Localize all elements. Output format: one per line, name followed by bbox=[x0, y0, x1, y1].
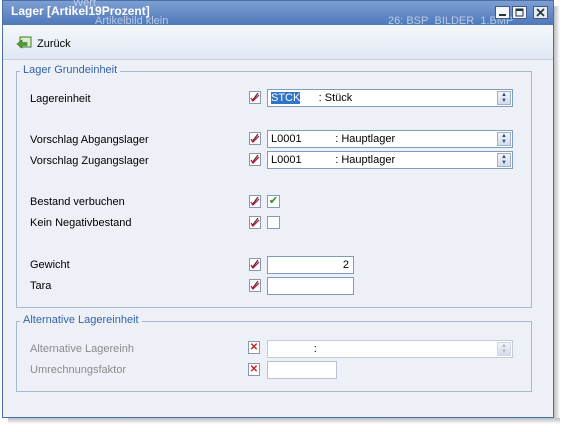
red-x-icon: ✕ bbox=[248, 341, 260, 354]
tara-label: Tara bbox=[30, 280, 52, 292]
window-title: Lager [Artikel19Prozent] bbox=[11, 4, 150, 18]
pencil-check-icon[interactable] bbox=[249, 153, 261, 166]
lager-dialog-window: Wert Artikelbild klein 26: BSP_BILDER_1.… bbox=[2, 0, 554, 418]
bestand-verbuchen-checkbox[interactable]: ✔ bbox=[267, 195, 280, 208]
alt-lagereinheit-value: : bbox=[271, 343, 317, 355]
pencil-check-icon[interactable] bbox=[249, 91, 261, 104]
spinner-icon: ▲ ▼ bbox=[497, 342, 511, 356]
gewicht-input[interactable]: 2 bbox=[267, 256, 354, 274]
bestand-verbuchen-label: Bestand verbuchen bbox=[30, 196, 125, 208]
kein-negativbestand-label: Kein Negativbestand bbox=[30, 217, 132, 229]
spinner-icon[interactable]: ▲ ▼ bbox=[497, 91, 511, 105]
maximize-icon bbox=[515, 8, 524, 17]
gewicht-value: 2 bbox=[342, 259, 349, 271]
abgangslager-select[interactable]: L0001 : Hauptlager ▲ ▼ bbox=[267, 130, 513, 148]
umrechnungsfaktor-label: Umrechnungsfaktor bbox=[30, 364, 126, 376]
pencil-check-icon[interactable] bbox=[249, 132, 261, 145]
umrechnungsfaktor-input bbox=[267, 361, 337, 379]
lagereinheit-value: STCK : Stück bbox=[271, 92, 352, 104]
back-arrow-icon[interactable] bbox=[16, 36, 32, 50]
lagereinheit-label: Lagereinheit bbox=[30, 93, 91, 105]
red-x-icon: ✕ bbox=[248, 363, 260, 376]
kein-negativbestand-checkbox[interactable] bbox=[267, 216, 280, 229]
tara-input[interactable] bbox=[267, 277, 354, 295]
lagereinheit-select[interactable]: STCK : Stück ▲ ▼ bbox=[267, 89, 513, 107]
alt-lagereinheit-label: Alternative Lagereinh bbox=[30, 343, 134, 355]
lagereinheit-value-rest: : Stück bbox=[300, 92, 353, 104]
spinner-icon[interactable]: ▲ ▼ bbox=[497, 132, 511, 146]
zugangslager-value: L0001 : Hauptlager bbox=[271, 154, 396, 166]
gewicht-label: Gewicht bbox=[30, 259, 70, 271]
minimize-icon bbox=[499, 14, 506, 16]
zugangslager-select[interactable]: L0001 : Hauptlager ▲ ▼ bbox=[267, 151, 513, 169]
back-button[interactable]: Zurück bbox=[37, 38, 71, 50]
spinner-icon[interactable]: ▲ ▼ bbox=[497, 153, 511, 167]
minimize-button[interactable] bbox=[495, 6, 510, 19]
maximize-button[interactable] bbox=[512, 6, 527, 19]
alt-lagereinheit-select: : ▲ ▼ bbox=[267, 340, 513, 358]
abgangslager-label: Vorschlag Abgangslager bbox=[30, 134, 149, 146]
pencil-check-icon[interactable] bbox=[249, 258, 261, 271]
lagereinheit-selected-code: STCK bbox=[271, 92, 301, 104]
close-button[interactable] bbox=[533, 6, 548, 19]
pencil-check-icon[interactable] bbox=[249, 195, 261, 208]
close-icon bbox=[536, 8, 545, 17]
group-legend-grundeinheit: Lager Grundeinheit bbox=[20, 64, 121, 76]
title-bar[interactable]: Wert Artikelbild klein 26: BSP_BILDER_1.… bbox=[3, 0, 553, 27]
zugangslager-label: Vorschlag Zugangslager bbox=[30, 155, 149, 167]
window-shadow-bottom bbox=[8, 418, 560, 424]
pencil-check-icon[interactable] bbox=[249, 279, 261, 292]
toolbar: Zurück bbox=[3, 25, 553, 60]
abgangslager-value: L0001 : Hauptlager bbox=[271, 133, 396, 145]
pencil-check-icon[interactable] bbox=[249, 216, 261, 229]
window-shadow-right bbox=[554, 6, 560, 418]
group-legend-alternative: Alternative Lagereinheit bbox=[20, 314, 142, 326]
